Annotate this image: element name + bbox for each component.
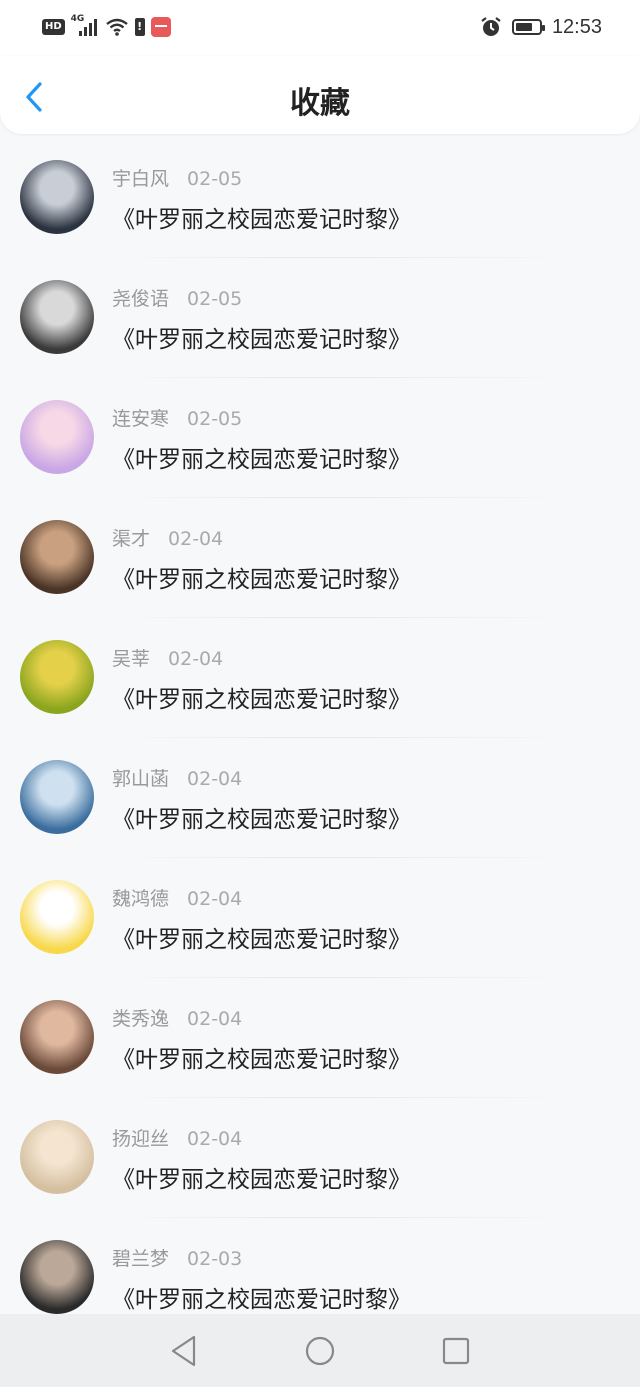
date: 02-04 — [187, 888, 243, 910]
avatar[interactable] — [20, 760, 94, 834]
date: 02-04 — [187, 1128, 243, 1150]
date: 02-04 — [168, 648, 224, 670]
story-title[interactable]: 《叶罗丽之校园恋爱记时黎》 — [112, 200, 411, 234]
avatar[interactable] — [20, 640, 94, 714]
story-title[interactable]: 《叶罗丽之校园恋爱记时黎》 — [112, 800, 411, 834]
avatar[interactable] — [20, 280, 94, 354]
username[interactable]: 尧俊语 — [112, 288, 169, 310]
username[interactable]: 魏鸿德 — [112, 888, 169, 910]
username[interactable]: 连安寒 — [112, 408, 169, 430]
story-title[interactable]: 《叶罗丽之校园恋爱记时黎》 — [112, 1040, 411, 1074]
alarm-icon — [481, 17, 501, 36]
story-title[interactable]: 《叶罗丽之校园恋爱记时黎》 — [112, 320, 411, 354]
story-title[interactable]: 《叶罗丽之校园恋爱记时黎》 — [112, 560, 411, 594]
date: 02-04 — [187, 1008, 243, 1030]
date: 02-05 — [187, 288, 243, 310]
item-meta: 连安寒 02-05 — [112, 404, 242, 431]
signal-icon: 4G — [71, 14, 99, 38]
list-item[interactable]: 魏鸿德 02-04 《叶罗丽之校园恋爱记时黎》 — [0, 858, 640, 978]
avatar[interactable] — [20, 400, 94, 474]
back-triangle-icon — [171, 1335, 196, 1366]
username[interactable]: 类秀逸 — [112, 1008, 169, 1030]
nav-recents-button[interactable] — [434, 1329, 478, 1373]
list-item[interactable]: 渠才 02-04 《叶罗丽之校园恋爱记时黎》 — [0, 498, 640, 618]
status-left: HD 4G ! — [42, 14, 171, 40]
hd-icon: HD — [42, 19, 65, 35]
item-meta: 碧兰梦 02-03 — [112, 1244, 242, 1271]
list-item[interactable]: 吴莘 02-04 《叶罗丽之校园恋爱记时黎》 — [0, 618, 640, 738]
date: 02-04 — [187, 768, 243, 790]
avatar[interactable] — [20, 1120, 94, 1194]
avatar[interactable] — [20, 1000, 94, 1074]
item-meta: 扬迎丝 02-04 — [112, 1124, 242, 1151]
date: 02-05 — [187, 408, 243, 430]
page-title: 收藏 — [290, 86, 350, 121]
story-title[interactable]: 《叶罗丽之校园恋爱记时黎》 — [112, 440, 411, 474]
story-title[interactable]: 《叶罗丽之校园恋爱记时黎》 — [112, 680, 411, 714]
username[interactable]: 碧兰梦 — [112, 1248, 169, 1270]
avatar[interactable] — [20, 520, 94, 594]
status-bar: HD 4G ! 12:53 — [0, 0, 640, 56]
username[interactable]: 渠才 — [112, 528, 150, 550]
username[interactable]: 宇白风 — [112, 168, 169, 190]
item-meta: 宇白风 02-05 — [112, 164, 242, 191]
nav-back-button[interactable] — [162, 1329, 206, 1373]
username[interactable]: 扬迎丝 — [112, 1128, 169, 1150]
system-nav-bar — [0, 1314, 640, 1387]
app-badge-icon — [150, 17, 171, 37]
home-circle-icon — [305, 1336, 335, 1365]
username[interactable]: 吴莘 — [112, 648, 150, 670]
date: 02-05 — [187, 168, 243, 190]
wifi-icon — [105, 18, 128, 36]
list-item[interactable]: 类秀逸 02-04 《叶罗丽之校园恋爱记时黎》 — [0, 978, 640, 1098]
recents-square-icon — [442, 1337, 470, 1364]
item-meta: 尧俊语 02-05 — [112, 284, 242, 311]
favorites-list: 宇白风 02-05 《叶罗丽之校园恋爱记时黎》 尧俊语 02-05 《叶罗丽之校园恋… — [0, 138, 640, 1338]
battery-icon — [511, 19, 545, 35]
avatar[interactable] — [20, 160, 94, 234]
story-title[interactable]: 《叶罗丽之校园恋爱记时黎》 — [112, 1160, 411, 1194]
item-meta: 郭山菡 02-04 — [112, 764, 242, 791]
warning-icon: ! — [134, 18, 145, 36]
avatar[interactable] — [20, 880, 94, 954]
list-item[interactable]: 郭山菡 02-04 《叶罗丽之校园恋爱记时黎》 — [0, 738, 640, 858]
date: 02-04 — [168, 528, 224, 550]
story-title[interactable]: 《叶罗丽之校园恋爱记时黎》 — [112, 1280, 411, 1314]
list-item[interactable]: 宇白风 02-05 《叶罗丽之校园恋爱记时黎》 — [0, 138, 640, 258]
item-meta: 类秀逸 02-04 — [112, 1004, 242, 1031]
username[interactable]: 郭山菡 — [112, 768, 169, 790]
list-item[interactable]: 连安寒 02-05 《叶罗丽之校园恋爱记时黎》 — [0, 378, 640, 498]
date: 02-03 — [187, 1248, 243, 1270]
status-right: 12:53 — [480, 14, 602, 40]
app-header: 收藏 — [0, 56, 640, 134]
list-item[interactable]: 扬迎丝 02-04 《叶罗丽之校园恋爱记时黎》 — [0, 1098, 640, 1218]
item-meta: 吴莘 02-04 — [112, 644, 223, 671]
nav-home-button[interactable] — [298, 1329, 342, 1373]
avatar[interactable] — [20, 1240, 94, 1314]
story-title[interactable]: 《叶罗丽之校园恋爱记时黎》 — [112, 920, 411, 954]
item-meta: 渠才 02-04 — [112, 524, 223, 551]
item-meta: 魏鸿德 02-04 — [112, 884, 242, 911]
clock: 12:53 — [551, 15, 602, 38]
list-item[interactable]: 尧俊语 02-05 《叶罗丽之校园恋爱记时黎》 — [0, 258, 640, 378]
